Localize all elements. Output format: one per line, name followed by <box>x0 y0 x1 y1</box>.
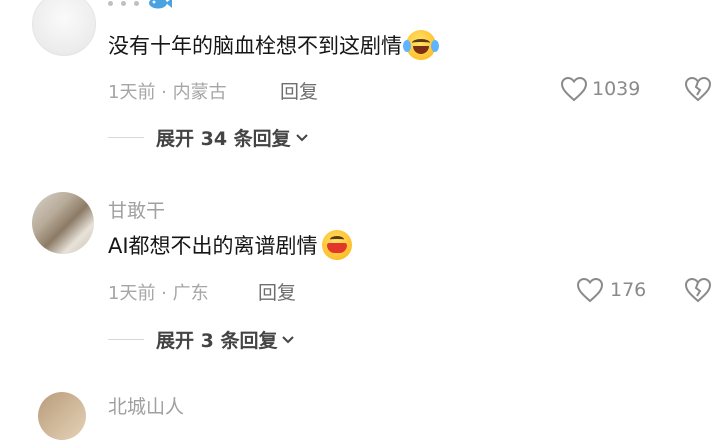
broken-heart-icon <box>684 277 712 303</box>
fish-icon <box>149 0 172 9</box>
avatar[interactable] <box>38 392 86 440</box>
like-count: 176 <box>610 279 647 301</box>
dots-icon <box>108 0 147 6</box>
comment-body: 没有十年的脑血栓想不到这剧情 <box>108 34 402 58</box>
heart-icon <box>576 277 604 303</box>
comment-2: 甘敢干 <box>108 196 720 223</box>
comment-1: 没有十年的脑血栓想不到这剧情 <box>108 30 720 60</box>
expand-label: 展开 3 条回复 <box>156 330 278 352</box>
reply-button[interactable]: 回复 <box>280 77 318 104</box>
comment-2-text: AI都想不出的离谱剧情 <box>108 230 720 260</box>
reply-button[interactable]: 回复 <box>258 278 296 305</box>
expand-replies-button[interactable]: 展开 34 条回复 <box>108 124 309 151</box>
comment-text: 没有十年的脑血栓想不到这剧情 <box>108 30 720 60</box>
user-badges <box>108 0 173 10</box>
comment-meta: 1天前 · 内蒙古 <box>108 78 227 104</box>
divider <box>108 137 144 138</box>
avatar[interactable] <box>32 192 94 254</box>
dislike-button[interactable] <box>684 76 712 102</box>
broken-heart-icon <box>684 76 712 102</box>
username[interactable]: 甘敢干 <box>108 196 720 223</box>
comment-body: AI都想不出的离谱剧情 <box>108 234 318 258</box>
username[interactable]: 北城山人 <box>108 392 184 419</box>
rolling-laughing-emoji <box>403 30 439 60</box>
expand-replies-button[interactable]: 展开 3 条回复 <box>108 326 295 353</box>
divider <box>108 339 144 340</box>
dislike-button[interactable] <box>684 277 712 303</box>
time-location: 1天前 · 广东 <box>108 283 209 304</box>
avatar[interactable] <box>32 0 96 56</box>
like-button[interactable]: 1039 <box>560 76 640 102</box>
comment-meta: 1天前 · 广东 <box>108 279 209 305</box>
like-count: 1039 <box>592 78 641 100</box>
grinning-squint-emoji <box>321 230 352 260</box>
like-button[interactable]: 176 <box>576 277 646 303</box>
chevron-down-icon <box>282 335 295 343</box>
expand-label: 展开 34 条回复 <box>156 128 291 150</box>
chevron-down-icon <box>295 133 308 141</box>
time-location: 1天前 · 内蒙古 <box>108 82 227 103</box>
comment-text: AI都想不出的离谱剧情 <box>108 230 720 260</box>
heart-icon <box>560 76 588 102</box>
